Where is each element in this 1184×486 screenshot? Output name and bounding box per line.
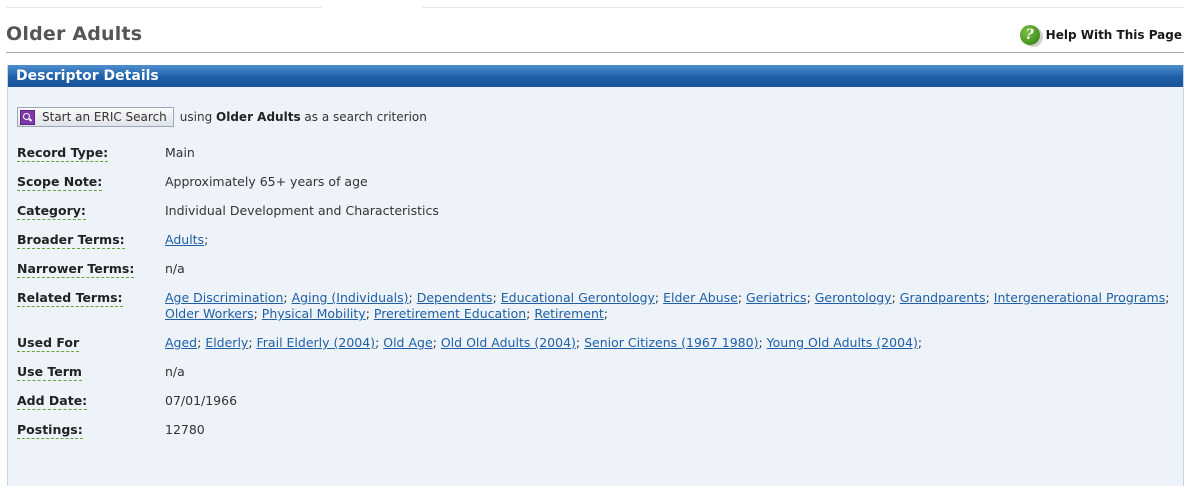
- search-button-label: Start an ERIC Search: [42, 110, 167, 124]
- term-link[interactable]: Elderly: [205, 335, 248, 350]
- help-link[interactable]: ? Help With This Page: [1019, 25, 1182, 45]
- help-link-label: Help With This Page: [1045, 28, 1182, 42]
- label-use-term: Use Term: [17, 364, 82, 381]
- row-category: Category: Individual Development and Cha…: [17, 203, 1177, 232]
- help-question-icon: ?: [1019, 25, 1040, 45]
- start-eric-search-button[interactable]: Start an ERIC Search: [17, 107, 174, 127]
- row-postings: Postings: 12780: [17, 422, 1177, 451]
- row-add-date: Add Date: 07/01/1966: [17, 393, 1177, 422]
- term-link[interactable]: Age Discrimination: [165, 290, 283, 305]
- label-broader-terms: Broader Terms:: [17, 232, 125, 249]
- search-prefix: using: [179, 110, 213, 124]
- value-scope-note: Approximately 65+ years of age: [165, 174, 368, 189]
- term-link[interactable]: Adults: [165, 232, 204, 247]
- term-link[interactable]: Old Old Adults (2004): [441, 335, 576, 350]
- label-scope-note: Scope Note:: [17, 174, 103, 191]
- search-criterion-text: using Older Adults as a search criterion: [180, 110, 427, 124]
- title-bar: Older Adults ? Help With This Page: [6, 18, 1184, 53]
- label-related-terms: Related Terms:: [17, 290, 123, 307]
- term-link[interactable]: Gerontology: [815, 290, 892, 305]
- term-link[interactable]: Physical Mobility: [262, 306, 366, 321]
- term-link[interactable]: Old Age: [383, 335, 432, 350]
- label-used-for: Used For: [17, 335, 80, 352]
- term-link[interactable]: Frail Elderly (2004): [257, 335, 376, 350]
- row-use-term: Use Term n/a: [17, 364, 1177, 393]
- value-related-terms: Age Discrimination; Aging (Individuals);…: [165, 290, 1170, 321]
- page-title: Older Adults: [6, 23, 143, 45]
- term-link[interactable]: Geriatrics: [746, 290, 807, 305]
- search-term: Older Adults: [216, 110, 301, 124]
- term-link[interactable]: Retirement: [534, 306, 603, 321]
- search-icon: [20, 109, 35, 125]
- term-link[interactable]: Aged: [165, 335, 197, 350]
- value-category: Individual Development and Characteristi…: [165, 203, 439, 218]
- row-related-terms: Related Terms: Age Discrimination; Aging…: [17, 290, 1177, 335]
- row-record-type: Record Type: Main: [17, 145, 1177, 174]
- label-record-type: Record Type:: [17, 145, 109, 162]
- row-used-for: Used For Aged; Elderly; Frail Elderly (2…: [17, 335, 1177, 364]
- row-broader-terms: Broader Terms: Adults;: [17, 232, 1177, 261]
- row-scope-note: Scope Note: Approximately 65+ years of a…: [17, 174, 1177, 203]
- term-link[interactable]: Aging (Individuals): [292, 290, 409, 305]
- term-link[interactable]: Senior Citizens (1967 1980): [584, 335, 758, 350]
- term-link[interactable]: Dependents: [417, 290, 493, 305]
- value-used-for: Aged; Elderly; Frail Elderly (2004); Old…: [165, 335, 923, 350]
- top-divider-right: [422, 7, 1184, 8]
- search-row: Start an ERIC Search using Older Adults …: [17, 107, 427, 127]
- label-postings: Postings:: [17, 422, 83, 439]
- value-postings: 12780: [165, 422, 205, 437]
- search-suffix: as a search criterion: [304, 110, 427, 124]
- term-link[interactable]: Educational Gerontology: [501, 290, 655, 305]
- top-strip: [0, 0, 1184, 10]
- details-list: Record Type: Main Scope Note: Approximat…: [17, 145, 1177, 451]
- top-divider-left: [6, 7, 322, 8]
- term-link[interactable]: Older Workers: [165, 306, 254, 321]
- label-category: Category:: [17, 203, 86, 220]
- value-record-type: Main: [165, 145, 195, 160]
- term-link[interactable]: Young Old Adults (2004): [767, 335, 918, 350]
- panel-header: Descriptor Details: [8, 65, 1183, 87]
- term-link[interactable]: Intergenerational Programs: [994, 290, 1165, 305]
- descriptor-details-panel: Descriptor Details Start an ERIC Search …: [7, 65, 1184, 486]
- row-narrower-terms: Narrower Terms: n/a: [17, 261, 1177, 290]
- value-broader-terms: Adults;: [165, 232, 209, 247]
- value-narrower-terms: n/a: [165, 261, 185, 276]
- label-add-date: Add Date:: [17, 393, 88, 410]
- value-add-date: 07/01/1966: [165, 393, 238, 408]
- value-use-term: n/a: [165, 364, 185, 379]
- term-link[interactable]: Elder Abuse: [663, 290, 738, 305]
- term-link[interactable]: Grandparents: [900, 290, 986, 305]
- term-link[interactable]: Preretirement Education: [374, 306, 526, 321]
- label-narrower-terms: Narrower Terms:: [17, 261, 135, 278]
